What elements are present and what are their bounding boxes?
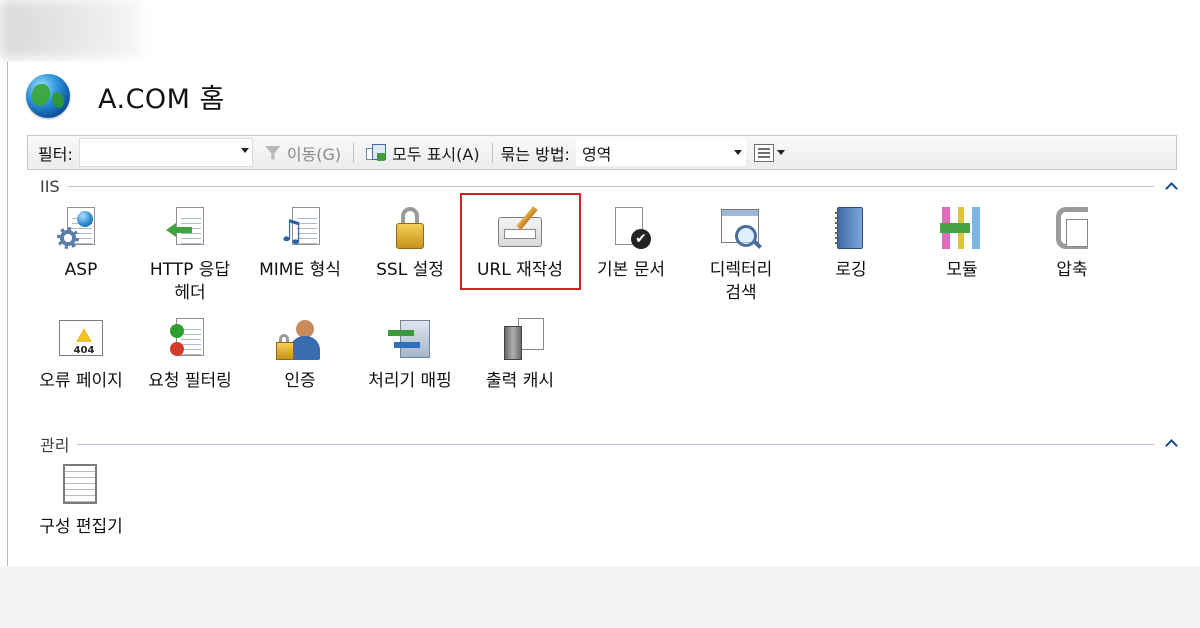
- feature-directory-browsing[interactable]: 디렉터리 검색: [685, 205, 797, 305]
- go-button-label: 이동(G): [286, 144, 342, 164]
- compression-icon: [1048, 205, 1096, 253]
- feature-error-pages[interactable]: 404 오류 페이지: [25, 316, 137, 393]
- filter-toolbar: 필터: 이동(G) 모두 표시(A) 묶는 방법: 영역: [27, 135, 1177, 170]
- page-header: A.COM 홈: [26, 72, 225, 120]
- feature-http-headers[interactable]: HTTP 응답 헤더: [134, 205, 246, 305]
- group-header-iis: IIS: [40, 177, 1180, 196]
- feature-configuration-editor[interactable]: 구성 편집기: [25, 462, 137, 539]
- feature-label: 인증: [284, 371, 316, 391]
- group-header-management: 관리: [40, 432, 1180, 456]
- output-caching-icon: [496, 316, 544, 364]
- request-filtering-icon: [166, 316, 214, 364]
- directory-browsing-icon: [717, 205, 765, 253]
- group-label-management: 관리: [40, 436, 70, 455]
- default-document-icon: ✔: [607, 205, 655, 253]
- mime-types-icon: ♫: [276, 205, 324, 253]
- feature-modules[interactable]: 모듈: [906, 205, 1018, 282]
- feature-request-filtering[interactable]: 요청 필터링: [134, 316, 246, 393]
- handler-mappings-icon: [386, 316, 434, 364]
- modules-icon: [938, 205, 986, 253]
- chevron-down-icon: [776, 150, 785, 155]
- feature-label: MIME 형식: [259, 260, 341, 280]
- feature-logging[interactable]: 로깅: [795, 205, 907, 282]
- show-all-icon: [366, 143, 387, 162]
- group-divider: [77, 443, 1154, 445]
- toolbar-separator: [353, 142, 355, 163]
- feature-label: 구성 편집기: [39, 517, 123, 537]
- view-mode-button[interactable]: [753, 143, 785, 162]
- feature-label: 출력 캐시: [486, 371, 554, 391]
- lock-icon: [386, 205, 434, 253]
- group-label-iis: IIS: [40, 177, 60, 196]
- feature-mime-types[interactable]: ♫ MIME 형식: [244, 205, 356, 282]
- feature-handler-mappings[interactable]: 처리기 매핑: [354, 316, 466, 393]
- feature-label: 디렉터리 검색: [709, 260, 773, 303]
- view-list-icon: [753, 143, 774, 162]
- show-all-label: 모두 표시(A): [392, 144, 480, 164]
- feature-default-document[interactable]: ✔ 기본 문서: [575, 205, 687, 282]
- feature-label: SSL 설정: [376, 260, 444, 280]
- collapse-icon[interactable]: [1164, 179, 1180, 195]
- authentication-icon: [276, 316, 324, 364]
- asp-icon: [57, 205, 105, 253]
- logging-icon: [827, 205, 875, 253]
- feature-label: 로깅: [835, 260, 867, 280]
- feature-label: 오류 페이지: [39, 371, 123, 391]
- feature-compression[interactable]: 압축: [1016, 205, 1128, 282]
- highlight-box: [460, 193, 581, 290]
- toolbar-separator: [491, 142, 493, 163]
- feature-label: ASP: [64, 260, 98, 280]
- error-page-icon: 404: [57, 316, 105, 364]
- http-headers-icon: [166, 205, 214, 253]
- chevron-down-icon[interactable]: [240, 148, 249, 153]
- bottom-area: [0, 566, 1200, 628]
- group-divider: [67, 186, 1154, 187]
- group-by-select[interactable]: 영역: [575, 139, 746, 166]
- feature-label: 요청 필터링: [148, 371, 232, 391]
- feature-label: 처리기 매핑: [368, 371, 452, 391]
- filter-input[interactable]: [78, 138, 253, 167]
- group-by-value: 영역: [581, 144, 612, 164]
- show-all-button[interactable]: 모두 표시(A): [362, 139, 483, 166]
- feature-label: 기본 문서: [597, 260, 665, 280]
- feature-authentication[interactable]: 인증: [244, 316, 356, 393]
- feature-ssl-settings[interactable]: SSL 설정: [354, 205, 466, 282]
- filter-label: 필터:: [38, 144, 73, 164]
- feature-label: 모듈: [946, 260, 978, 280]
- feature-output-caching[interactable]: 출력 캐시: [464, 316, 576, 393]
- feature-label: HTTP 응답 헤더: [149, 260, 231, 303]
- chevron-down-icon[interactable]: [733, 150, 742, 155]
- page-title: A.COM 홈: [98, 83, 225, 115]
- group-by-label: 묶는 방법:: [500, 144, 570, 164]
- blurred-tab: [0, 0, 140, 58]
- configuration-editor-icon: [57, 462, 105, 510]
- funnel-icon: [264, 145, 281, 160]
- globe-icon: [26, 74, 70, 118]
- feature-asp[interactable]: ASP: [25, 205, 137, 282]
- feature-label: 압축: [1056, 260, 1088, 280]
- collapse-icon[interactable]: [1164, 436, 1180, 452]
- go-button[interactable]: 이동(G): [261, 139, 345, 166]
